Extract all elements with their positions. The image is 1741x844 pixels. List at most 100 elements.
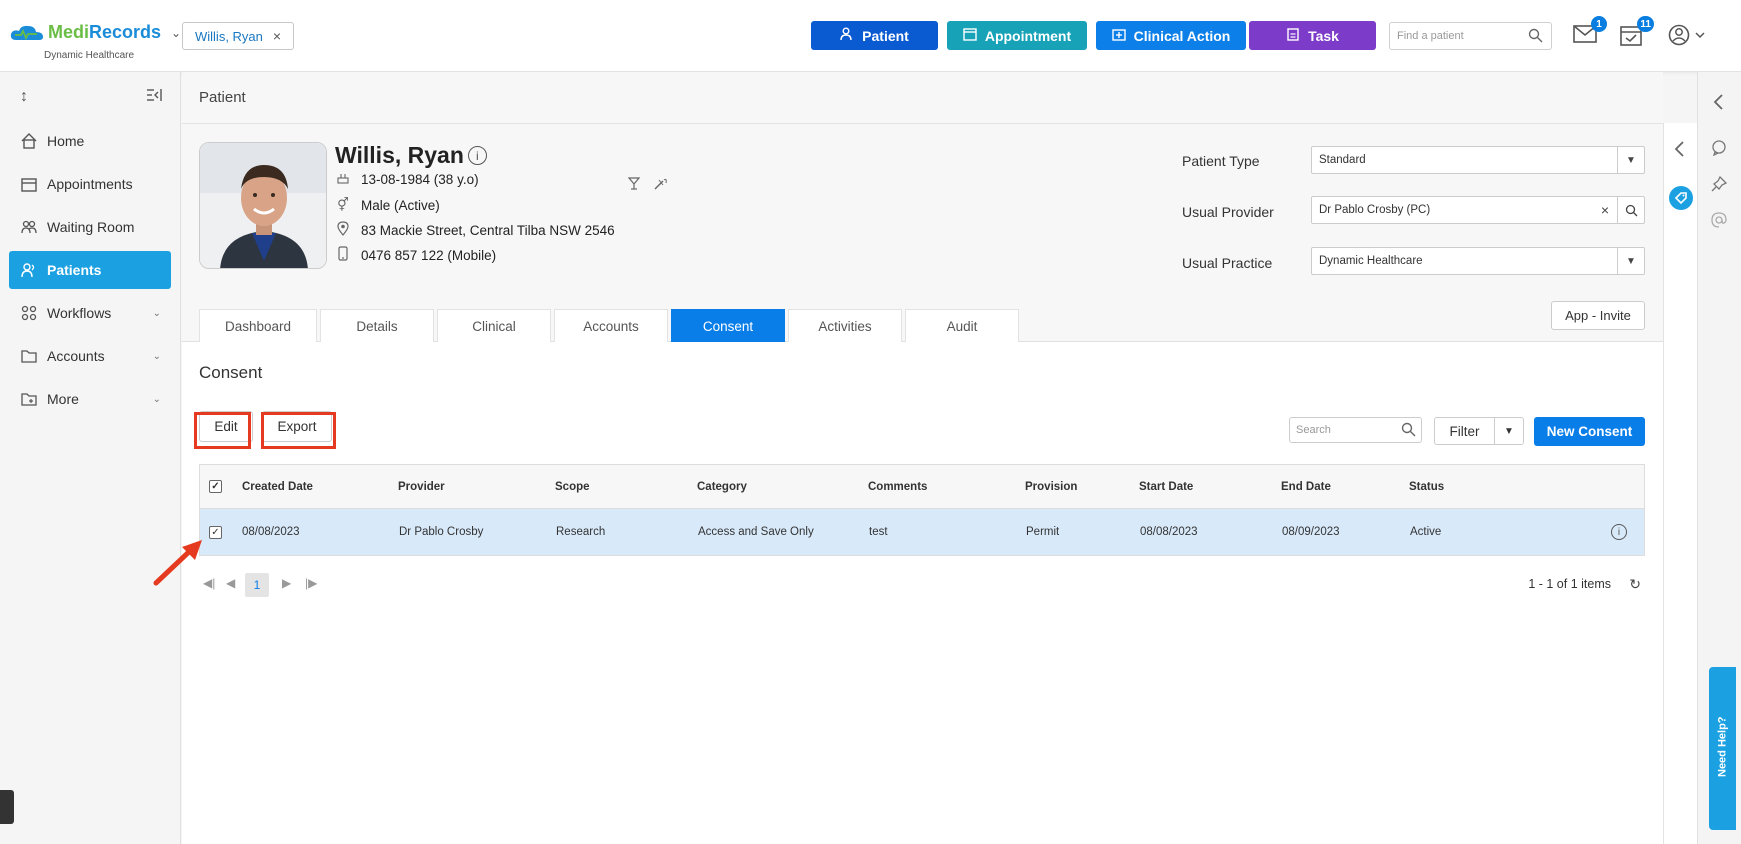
col-end-date[interactable]: End Date: [1281, 465, 1331, 508]
main-content: Patient Willis, Ryan i 13-08-1984 (38 y.…: [182, 72, 1663, 844]
filter-button[interactable]: Filter ▼: [1434, 417, 1524, 445]
clear-icon[interactable]: ×: [1601, 202, 1609, 218]
patient-gender-text: Male (Active): [361, 197, 440, 213]
current-page[interactable]: 1: [245, 573, 269, 597]
row-checkbox[interactable]: ✓: [209, 509, 222, 555]
col-start-date[interactable]: Start Date: [1139, 465, 1193, 508]
consent-table: ✓ Created Date Provider Scope Category C…: [199, 464, 1645, 556]
alcohol-glass-icon[interactable]: [627, 177, 641, 193]
mail-icon[interactable]: 1: [1573, 16, 1607, 48]
usual-provider-field[interactable]: Dr Pablo Crosby (PC) ×: [1311, 196, 1645, 224]
usual-provider-value: Dr Pablo Crosby (PC): [1319, 204, 1431, 216]
need-help-label: Need Help?: [1716, 716, 1729, 778]
chevron-down-icon[interactable]: ▼: [1617, 248, 1644, 274]
patient-tabs: Dashboard Details Clinical Accounts Cons…: [199, 309, 1019, 342]
sidebar-item-workflows[interactable]: Workflows ⌄: [9, 294, 171, 332]
user-account-icon[interactable]: [1668, 24, 1705, 48]
print-tab[interactable]: [0, 790, 14, 824]
app-logo[interactable]: MediRecords ⌄: [10, 22, 181, 43]
find-patient-placeholder: Find a patient: [1397, 30, 1464, 42]
pin-icon[interactable]: [1711, 175, 1728, 195]
patient-type-value: Standard: [1319, 154, 1366, 166]
patient-name-text: Willis, Ryan: [335, 142, 464, 168]
tab-consent[interactable]: Consent: [671, 309, 785, 342]
new-task-button[interactable]: Task: [1249, 21, 1376, 50]
table-row[interactable]: ✓ 08/08/2023 Dr Pablo Crosby Research Ac…: [200, 509, 1644, 555]
next-page-icon[interactable]: ▶: [282, 576, 291, 590]
patients-icon: [21, 262, 37, 278]
chevron-down-icon[interactable]: ▼: [1495, 426, 1523, 437]
usual-practice-select[interactable]: Dynamic Healthcare ▼: [1311, 247, 1645, 275]
chevron-down-icon[interactable]: ▼: [1617, 147, 1644, 173]
collapse-sidebar-icon[interactable]: [146, 88, 162, 107]
consent-search-placeholder: Search: [1296, 424, 1331, 436]
patient-photo: [199, 142, 327, 269]
select-all-checkbox[interactable]: ✓: [209, 465, 222, 508]
col-scope[interactable]: Scope: [555, 465, 590, 508]
sidebar-item-label: Patients: [47, 262, 102, 278]
tab-audit[interactable]: Audit: [905, 309, 1019, 342]
row-info-icon[interactable]: i: [1611, 509, 1627, 555]
open-patient-chip[interactable]: Willis, Ryan ×: [182, 22, 295, 50]
tab-clinical[interactable]: Clinical: [437, 309, 551, 342]
chevron-down-icon: ⌄: [152, 393, 161, 405]
sidebar-item-appointments[interactable]: Appointments: [9, 165, 171, 203]
new-appointment-label: Appointment: [984, 27, 1072, 44]
col-status[interactable]: Status: [1409, 465, 1444, 508]
tab-activities[interactable]: Activities: [788, 309, 902, 342]
patient-dob-text: 13-08-1984 (38 y.o): [361, 172, 479, 187]
chat-icon[interactable]: [1711, 140, 1727, 159]
workflow-icon: [21, 305, 37, 321]
smoking-icon[interactable]: [654, 177, 668, 193]
tab-dashboard[interactable]: Dashboard: [199, 309, 317, 342]
search-icon[interactable]: [1617, 197, 1644, 223]
need-help-tab[interactable]: Need Help?: [1709, 667, 1736, 830]
col-provider[interactable]: Provider: [398, 465, 445, 508]
close-icon[interactable]: ×: [273, 28, 281, 44]
sidebar-item-accounts[interactable]: Accounts ⌄: [9, 337, 171, 375]
col-provision[interactable]: Provision: [1025, 465, 1077, 508]
sidebar-item-more[interactable]: More ⌄: [9, 380, 171, 418]
sidebar-item-label: Appointments: [47, 176, 133, 192]
find-patient-input[interactable]: Find a patient: [1389, 22, 1552, 50]
new-consent-button[interactable]: New Consent: [1534, 417, 1645, 446]
patient-flag-icons: [627, 177, 668, 193]
chevron-left-icon[interactable]: [1712, 94, 1724, 113]
last-page-icon[interactable]: |▶: [305, 576, 317, 590]
open-patient-label[interactable]: Willis, Ryan: [195, 29, 263, 44]
calendar-icon: [21, 176, 37, 192]
patient-name: Willis, Ryan i: [335, 142, 487, 169]
search-icon[interactable]: [1401, 422, 1416, 440]
mention-icon[interactable]: [1711, 212, 1727, 231]
prev-page-icon[interactable]: ◀: [226, 576, 235, 590]
sidebar-item-patients[interactable]: Patients: [9, 251, 171, 289]
tab-details[interactable]: Details: [320, 309, 434, 342]
filter-label: Filter: [1435, 418, 1495, 444]
new-patient-button[interactable]: Patient: [811, 21, 938, 50]
sidebar-item-waiting-room[interactable]: Waiting Room: [9, 208, 171, 246]
chevron-down-icon: ⌄: [152, 350, 161, 362]
tasks-icon[interactable]: 11: [1620, 16, 1654, 48]
chevron-left-icon[interactable]: [1673, 141, 1685, 160]
refresh-icon[interactable]: ↻: [1629, 576, 1641, 593]
new-appointment-button[interactable]: Appointment: [947, 21, 1087, 50]
col-category[interactable]: Category: [697, 465, 747, 508]
cell-end-date: 08/09/2023: [1282, 526, 1340, 538]
app-invite-button[interactable]: App - Invite: [1551, 301, 1645, 330]
patient-type-select[interactable]: Standard ▼: [1311, 146, 1645, 174]
consent-search-input[interactable]: Search: [1289, 417, 1422, 443]
tag-icon[interactable]: [1669, 186, 1693, 210]
sidebar-item-label: Waiting Room: [47, 219, 135, 235]
tab-accounts[interactable]: Accounts: [554, 309, 668, 342]
chevron-down-icon[interactable]: ⌄: [171, 26, 181, 40]
annotation-arrow-icon: [153, 540, 202, 586]
birthday-cake-icon: [335, 172, 351, 187]
col-comments[interactable]: Comments: [868, 465, 927, 508]
search-icon[interactable]: [1528, 28, 1543, 46]
col-created-date[interactable]: Created Date: [242, 465, 313, 508]
info-icon[interactable]: i: [467, 146, 487, 165]
new-clinical-action-button[interactable]: Clinical Action: [1096, 21, 1246, 50]
sidebar-item-home[interactable]: Home: [9, 122, 171, 160]
mobile-phone-icon: [335, 246, 351, 264]
resize-vertical-icon[interactable]: ↕: [20, 88, 28, 106]
